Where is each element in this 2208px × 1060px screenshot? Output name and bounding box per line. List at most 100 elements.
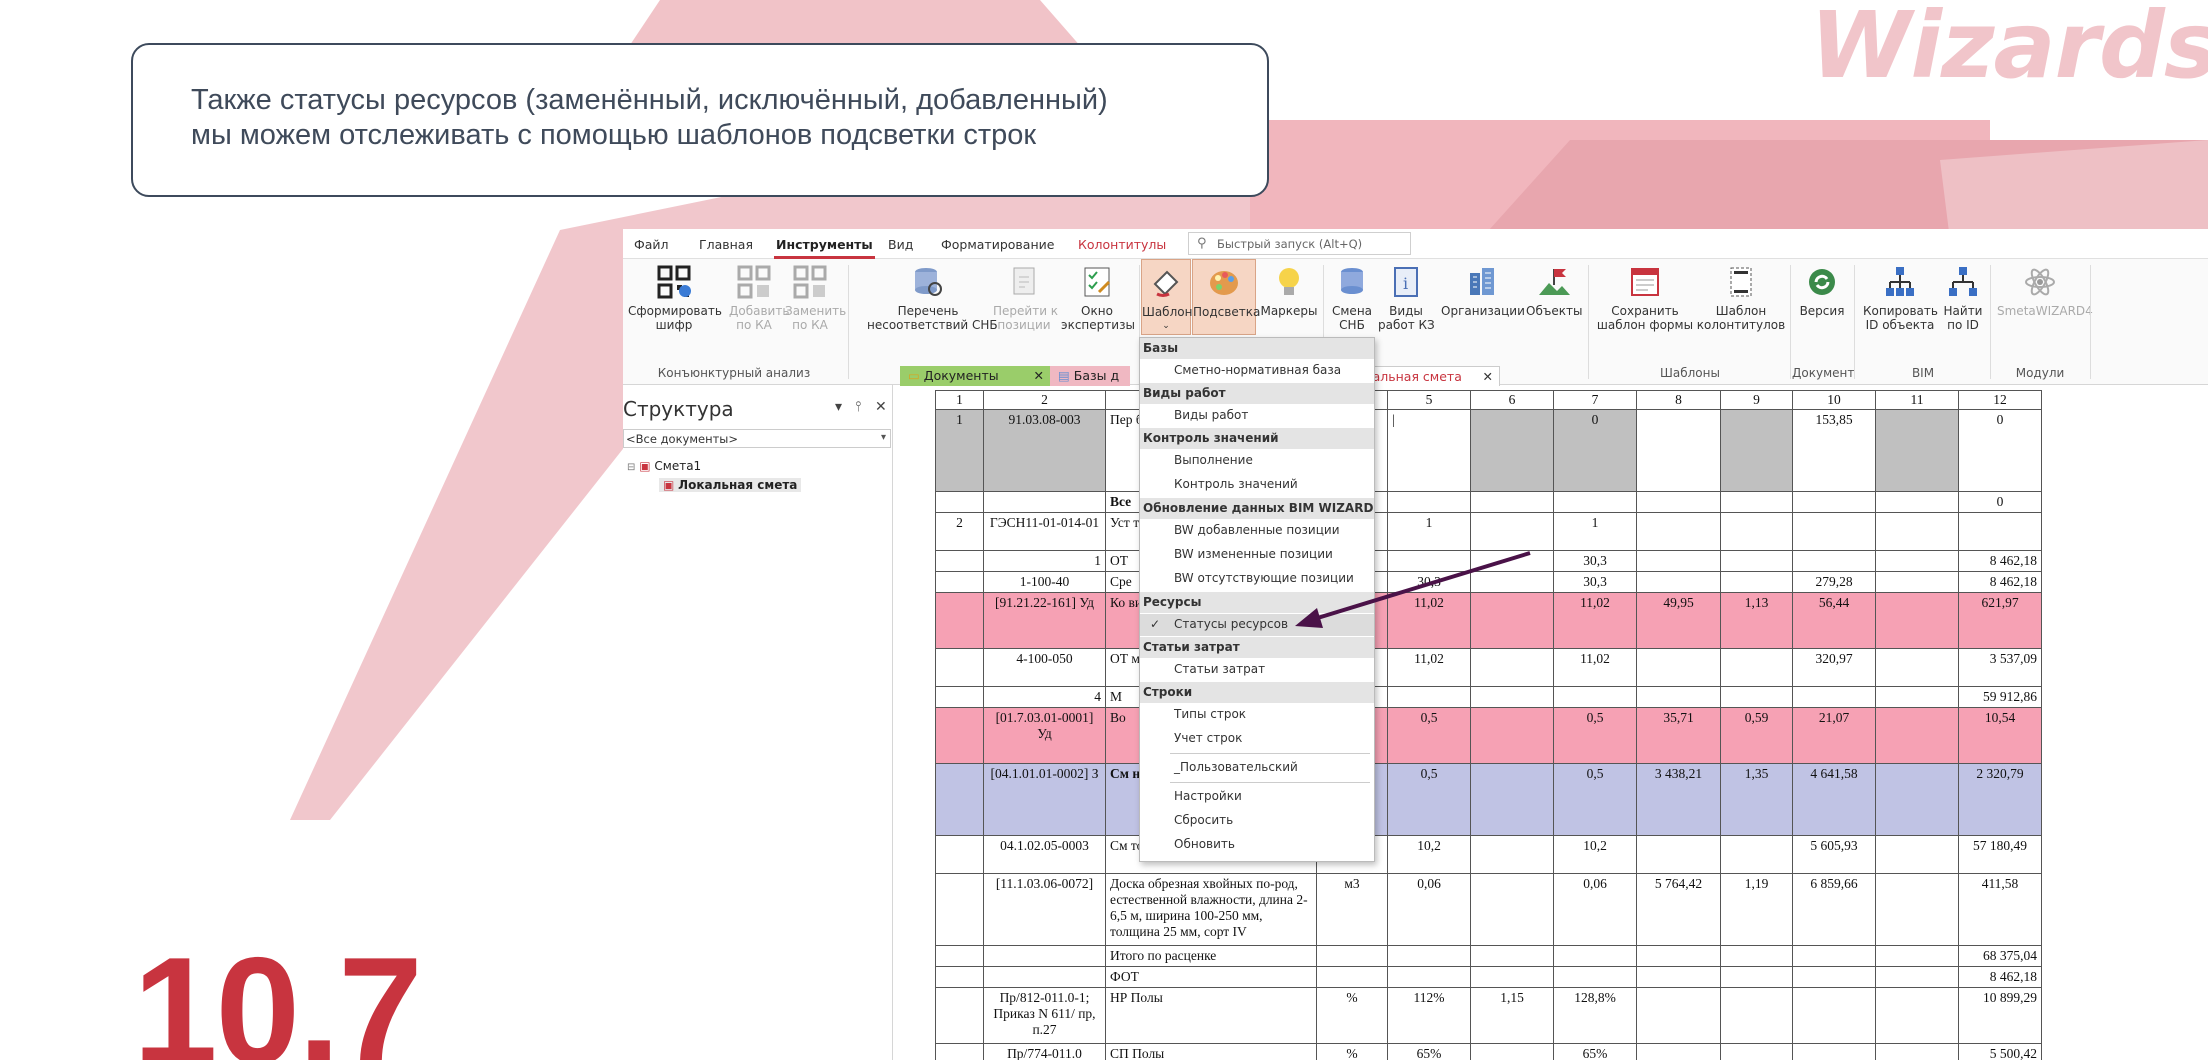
- close-icon[interactable]: ✕: [1483, 369, 1493, 384]
- highlight-button[interactable]: Подсветка: [1192, 259, 1260, 335]
- cell: 5 500,42: [1958, 1043, 2042, 1060]
- work-types-kz-button[interactable]: i Виды работ КЗ: [1378, 263, 1435, 332]
- menu-item-row-types[interactable]: Типы строк: [1140, 704, 1374, 726]
- replace-by-ka-button[interactable]: Заменить по КА: [785, 263, 846, 332]
- cell: [935, 835, 984, 874]
- menu-tools[interactable]: Инструменты: [774, 237, 875, 259]
- form-template-icon: [1626, 263, 1664, 301]
- template-button[interactable]: Шаблон ⌄: [1141, 259, 1193, 335]
- cell: [1636, 409, 1721, 492]
- table-row[interactable]: 4 М 59 912,86: [935, 686, 2042, 708]
- menu-item-reset[interactable]: Сбросить: [1140, 810, 1374, 832]
- cell: 128,8%: [1553, 987, 1637, 1044]
- hierarchy-icon: [1881, 263, 1919, 301]
- header-template-button[interactable]: Шаблон колонтитулов: [1696, 263, 1786, 332]
- change-snb-button[interactable]: Смена СНБ: [1332, 263, 1372, 332]
- table-row[interactable]: Пр/774-011.0 СП Полы% 65% 65% 5 500,42: [935, 1043, 2042, 1060]
- generate-cipher-button[interactable]: Сформировать шифр: [628, 263, 722, 332]
- cell: [1636, 945, 1721, 967]
- cell: [1470, 491, 1554, 513]
- cell: 1: [935, 409, 984, 492]
- tab-documents[interactable]: ▭ Документы ✕: [900, 366, 1050, 386]
- cell: [935, 987, 984, 1044]
- cell: [1636, 966, 1721, 988]
- cell: 279,28: [1792, 571, 1876, 593]
- cell: [1470, 686, 1554, 708]
- organizations-button[interactable]: Организации: [1441, 263, 1525, 318]
- menu-headers[interactable]: Колонтитулы: [1078, 237, 1166, 252]
- menu-item-row-accounting[interactable]: Учет строк: [1140, 728, 1374, 750]
- table-row-replaced-resource[interactable]: [01.7.03.01-0001] Уд Во 0,5 0,5 35,71 0,59 21,…: [935, 707, 2042, 764]
- table-row-added-resource[interactable]: [04.1.01.01-0002] ЗСм на тел D10,50,53 4…: [935, 763, 2042, 836]
- lightbulb-icon: ⚲: [1197, 236, 1207, 251]
- menu-view[interactable]: Вид: [888, 237, 913, 252]
- menu-home[interactable]: Главная: [699, 237, 753, 252]
- cell: [935, 945, 984, 967]
- cell: 3 537,09: [1958, 648, 2042, 687]
- tab-databases[interactable]: ▤ Базы д: [1050, 366, 1130, 386]
- cell: 8 462,18: [1958, 966, 2042, 988]
- menu-item-execution[interactable]: Выполнение: [1140, 450, 1374, 472]
- menu-format[interactable]: Форматирование: [941, 237, 1054, 252]
- tree-node-smeta1[interactable]: ⊟ ▣ Смета1: [627, 459, 701, 473]
- label: Шаблон: [1142, 305, 1193, 319]
- cell: [1720, 550, 1793, 572]
- cell: [1792, 550, 1876, 572]
- database-icon: ▤: [1058, 368, 1070, 383]
- objects-button[interactable]: Объекты: [1526, 263, 1582, 318]
- close-icon[interactable]: ✕: [875, 399, 887, 415]
- copy-object-id-button[interactable]: Копировать ID объекта: [1863, 263, 1938, 332]
- cell: [1720, 966, 1793, 988]
- go-to-position-button[interactable]: Перейти к позиции: [993, 263, 1058, 332]
- cell: [1720, 945, 1793, 967]
- menu-item-custom[interactable]: _Пользовательский: [1140, 757, 1374, 779]
- table-row[interactable]: Пр/812-011.0-1; Приказ N 611/ пр, п.27 НР…: [935, 987, 2042, 1044]
- menu-file[interactable]: Файл: [634, 237, 669, 252]
- table-row[interactable]: Все 0: [935, 491, 2042, 513]
- table-row[interactable]: 191.03.08-003Пер бур пер цис ста-ч|0153,…: [935, 409, 2042, 492]
- cell: [1792, 686, 1876, 708]
- cell: [1875, 966, 1959, 988]
- markers-button[interactable]: Маркеры: [1260, 263, 1318, 318]
- quick-launch-input[interactable]: ⚲ Быстрый запуск (Alt+Q): [1188, 232, 1411, 255]
- expertise-window-button[interactable]: Окно экспертизы: [1061, 263, 1135, 332]
- add-by-ka-button[interactable]: Добавить по КА: [729, 263, 789, 332]
- tree-node-local-estimate[interactable]: ▣ Локальная смета: [659, 478, 802, 492]
- document-filter-select[interactable]: <Все документы> ▾: [623, 429, 891, 448]
- cell: [935, 491, 984, 513]
- menu-item-bw-added[interactable]: BW добавленные позиции: [1140, 520, 1374, 542]
- cell: [1792, 1043, 1876, 1060]
- cell: [1875, 648, 1959, 687]
- table-row[interactable]: 2ГЭСН11-01-014-01Уст толм211: [935, 512, 2042, 551]
- document-arrow-icon: [1005, 263, 1043, 301]
- version-button[interactable]: Версия: [1797, 263, 1847, 318]
- cell: [1636, 512, 1721, 551]
- save-form-template-button[interactable]: Сохранить шаблон формы: [1596, 263, 1694, 332]
- smetawizard4-button[interactable]: SmetaWIZARD4: [1997, 263, 2093, 318]
- menu-item-value-control[interactable]: Контроль значений: [1140, 474, 1374, 496]
- table-row[interactable]: Итого по расценке 68 375,04: [935, 945, 2042, 967]
- table-row[interactable]: ФОТ 8 462,18: [935, 966, 2042, 988]
- cell: 1,13: [1720, 592, 1793, 649]
- menu-item-refresh[interactable]: Обновить: [1140, 834, 1374, 856]
- cell: [1792, 512, 1876, 551]
- cell: 153,85: [1792, 409, 1876, 492]
- cell: 10 899,29: [1958, 987, 2042, 1044]
- pin-icon[interactable]: ⫯: [855, 399, 861, 415]
- find-by-id-button[interactable]: Найти по ID: [1941, 263, 1985, 332]
- wizardsoft-logo: Wizardsoft: [1810, 0, 2208, 99]
- label: СНБ: [1339, 318, 1365, 332]
- table-row[interactable]: [11.1.03.06-0072] Доска обрезная хвойных …: [935, 873, 2042, 946]
- menu-item-settings[interactable]: Настройки: [1140, 786, 1374, 808]
- close-icon[interactable]: ✕: [1034, 368, 1044, 383]
- cell: 320,97: [1792, 648, 1876, 687]
- menu-item-cost-items[interactable]: Статьи затрат: [1140, 659, 1374, 681]
- snb-mismatch-list-button[interactable]: Перечень несоответствий СНБ: [867, 263, 998, 332]
- dropdown-arrow-icon[interactable]: ▾: [835, 399, 842, 415]
- table-row[interactable]: 4-100-050ОТ ма-ч11,0211,02320,973 537,09: [935, 648, 2042, 687]
- menu-item-normative-base[interactable]: Сметно-нормативная база: [1140, 360, 1374, 382]
- menu-item-work-types[interactable]: Виды работ: [1140, 405, 1374, 427]
- cell: [1720, 987, 1793, 1044]
- cell: [1387, 686, 1471, 708]
- table-row[interactable]: 04.1.02.05-0003См тона (БСТ), класс В7,5…: [935, 835, 2042, 874]
